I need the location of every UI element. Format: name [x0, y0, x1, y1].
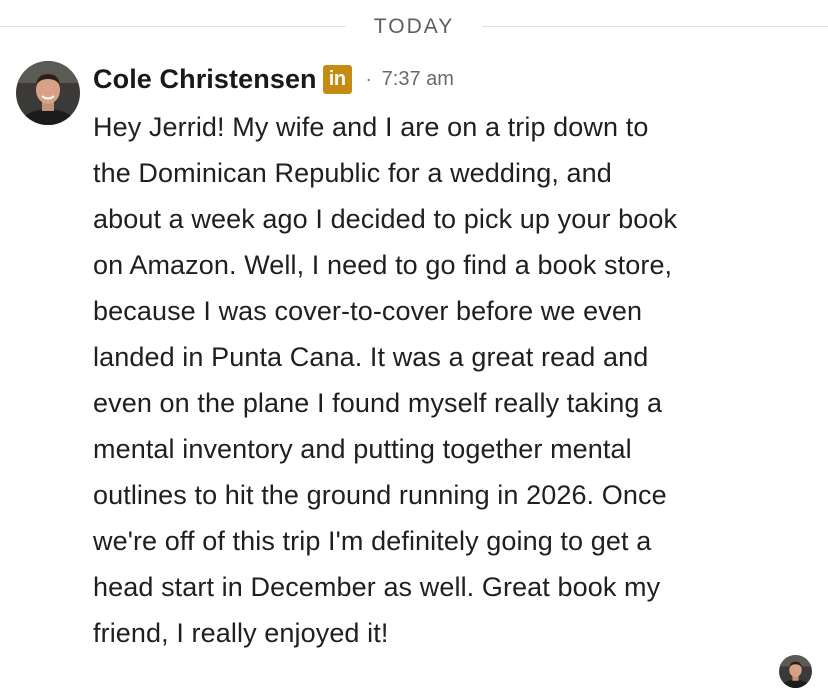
divider-line-right: [482, 26, 828, 27]
message-line: even on the plane I found myself really …: [93, 388, 663, 418]
message-line: head start in December as well. Great bo…: [93, 572, 661, 602]
message-line: about a week ago I decided to pick up yo…: [93, 204, 678, 234]
date-divider: TODAY: [0, 10, 828, 44]
message-line: Hey Jerrid! My wife and I are on a trip …: [93, 112, 649, 142]
sender-name[interactable]: Cole Christensen: [93, 64, 317, 95]
message-line: landed in Punta Cana. It was a great rea…: [93, 342, 649, 372]
message-timestamp: 7:37 am: [381, 67, 454, 90]
sender-avatar[interactable]: [16, 61, 80, 125]
avatar-photo-icon: [16, 61, 80, 125]
divider-line-left: [0, 26, 346, 27]
message-line: we're off of this trip I'm definitely go…: [93, 526, 652, 556]
message-line: outlines to hit the ground running in 20…: [93, 480, 667, 510]
message-line: mental inventory and putting together me…: [93, 434, 632, 464]
message-line: on Amazon. Well, I need to go find a boo…: [93, 250, 673, 280]
date-divider-label: TODAY: [373, 15, 455, 38]
linkedin-premium-badge-icon: in: [322, 64, 352, 94]
message-line: friend, I really enjoyed it!: [93, 618, 389, 648]
message-header: Cole Christensen in · 7:37 am: [93, 61, 454, 97]
message-text: Hey Jerrid! My wife and I are on a trip …: [93, 104, 793, 656]
separator-dot: ·: [365, 68, 372, 89]
read-receipt-photo-icon: [779, 655, 812, 688]
read-receipt-avatar: [779, 655, 812, 688]
badge-text: in: [328, 68, 346, 90]
message-line: because I was cover-to-cover before we e…: [93, 296, 643, 326]
message-line: the Dominican Republic for a wedding, an…: [93, 158, 612, 188]
